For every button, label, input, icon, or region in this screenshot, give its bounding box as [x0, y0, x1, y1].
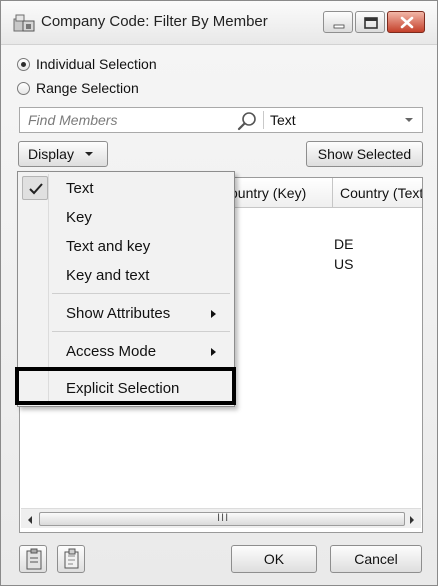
scroll-grip: III: [217, 512, 230, 524]
paste-button[interactable]: [57, 545, 85, 573]
column-header-country-key[interactable]: ountry (Key): [230, 185, 306, 201]
chevron-down-icon: [405, 118, 413, 122]
menu-item-text-and-key[interactable]: Text and key: [20, 232, 232, 260]
maximize-button[interactable]: [355, 11, 385, 33]
individual-selection-label: Individual Selection: [36, 56, 157, 72]
country-text-cell: DE: [334, 236, 354, 252]
menu-item-show-attributes[interactable]: Show Attributes: [20, 299, 232, 327]
menu-item-label: Text and key: [66, 238, 151, 255]
find-members-box: Text: [19, 107, 423, 133]
scroll-right-icon[interactable]: [407, 513, 417, 525]
display-button[interactable]: Display: [18, 141, 108, 167]
scroll-left-icon[interactable]: [25, 513, 35, 525]
menu-item-text[interactable]: Text: [20, 174, 232, 202]
search-icon[interactable]: [236, 111, 258, 134]
show-selected-label: Show Selected: [317, 146, 412, 162]
find-members-input[interactable]: [20, 108, 260, 132]
minimize-button[interactable]: [323, 11, 353, 33]
app-icon: [13, 13, 35, 33]
menu-item-label: Explicit Selection: [66, 380, 180, 397]
display-menu: Text Key Text and key Key and text Show …: [17, 171, 235, 407]
menu-item-key-and-text[interactable]: Key and text: [20, 261, 232, 289]
chevron-down-icon: [84, 152, 93, 156]
show-selected-button[interactable]: Show Selected: [306, 141, 423, 167]
menu-item-label: Key and text: [66, 267, 150, 284]
window-title: Company Code: Filter By Member: [41, 13, 268, 30]
individual-selection-radio[interactable]: [17, 57, 30, 71]
checkmark-icon: [22, 176, 48, 200]
clipboard-button[interactable]: [19, 545, 47, 573]
menu-item-explicit-selection[interactable]: Explicit Selection: [20, 374, 232, 402]
search-mode-dropdown[interactable]: [396, 108, 422, 132]
close-button[interactable]: [387, 11, 425, 33]
submenu-arrow-icon: [211, 310, 216, 318]
menu-item-label: Key: [66, 209, 92, 226]
menu-separator: [52, 331, 230, 332]
menu-separator: [52, 369, 230, 370]
column-header-country-text[interactable]: Country (Text: [340, 185, 422, 201]
menu-separator: [52, 293, 230, 294]
menu-item-label: Show Attributes: [66, 305, 171, 322]
scroll-thumb[interactable]: III: [39, 512, 405, 526]
clipboard-icon: [26, 548, 42, 570]
close-icon: [400, 16, 414, 29]
range-selection-radio[interactable]: [17, 81, 30, 95]
submenu-arrow-icon: [211, 348, 216, 356]
ok-button[interactable]: OK: [231, 545, 317, 573]
title-bar[interactable]: Company Code: Filter By Member: [1, 1, 437, 45]
horizontal-scrollbar[interactable]: III: [21, 508, 421, 528]
menu-item-key[interactable]: Key: [20, 203, 232, 231]
find-separator: [263, 111, 264, 129]
display-button-label: Display: [28, 146, 74, 162]
country-text-cell: US: [334, 256, 354, 272]
cancel-label: Cancel: [354, 551, 398, 567]
minimize-icon: [333, 24, 345, 29]
range-selection-label: Range Selection: [36, 80, 139, 96]
column-divider[interactable]: [332, 178, 333, 208]
search-mode-select[interactable]: Text: [270, 112, 296, 128]
maximize-icon: [364, 17, 378, 29]
individual-selection-option[interactable]: Individual Selection: [17, 56, 157, 72]
cancel-button[interactable]: Cancel: [330, 545, 422, 573]
paste-icon: [64, 548, 79, 569]
menu-item-label: Text: [66, 180, 94, 197]
filter-dialog: Company Code: Filter By Member Individua…: [0, 0, 438, 586]
ok-label: OK: [263, 551, 285, 567]
menu-item-label: Access Mode: [66, 343, 157, 360]
menu-item-access-mode[interactable]: Access Mode: [20, 337, 232, 365]
range-selection-option[interactable]: Range Selection: [17, 80, 139, 96]
